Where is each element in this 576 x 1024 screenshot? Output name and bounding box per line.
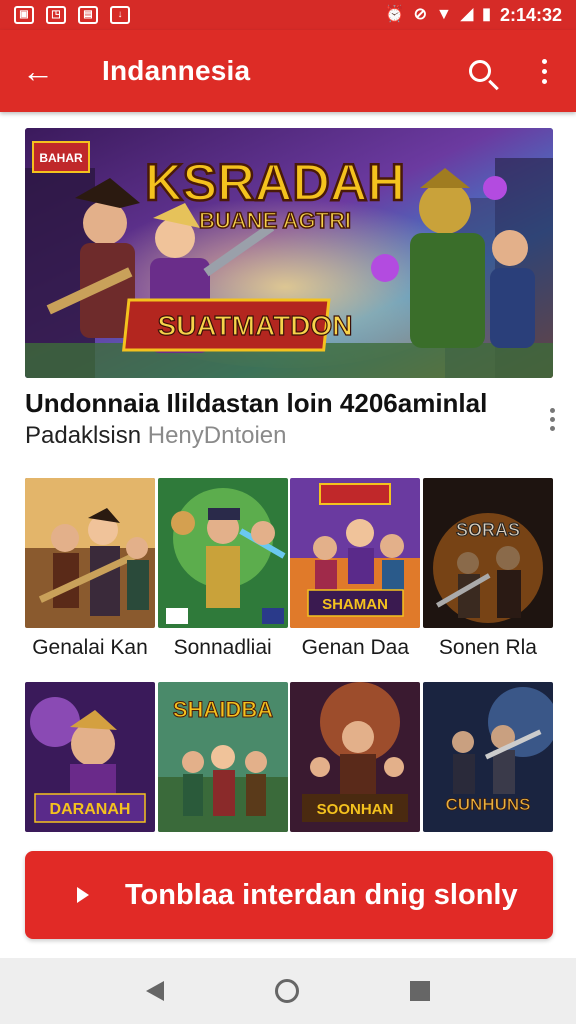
status-time: 2:14:32: [499, 4, 562, 25]
alarm-icon: ⏰: [384, 6, 405, 23]
grid-item[interactable]: Sonnadliai: [157, 478, 288, 668]
grid-item[interactable]: SHAMAN Genan Daa: [290, 478, 421, 668]
game-thumbnail[interactable]: SHAMAN: [290, 478, 421, 628]
signal-icon: ◢: [460, 6, 474, 23]
thumbnail-art-text: DARANAH: [50, 801, 131, 818]
grid-row-1: Genalai Kan Sonnadliai SHAMAN Genan Daa …: [25, 478, 553, 668]
hero-artwork: BAHAR KSRADAH BUANE AGTRI SUATMATDON: [25, 128, 553, 378]
grid-caption: Genalai Kan: [32, 636, 148, 659]
nav-back-icon[interactable]: [145, 981, 164, 1001]
play-icon: [77, 887, 89, 903]
more-options-button[interactable]: [512, 30, 576, 112]
hero-subtitle: BUANE AGTRI: [199, 208, 351, 233]
grid-caption: Genan Daa: [301, 636, 410, 659]
headline-subtitle: Padaklsisn HenyDntoien: [25, 422, 553, 450]
game-thumbnail[interactable]: [157, 478, 288, 628]
status-bar: ▣ ◳ ▤ ↓ ⏰ ⊘ ▼ ◢ ▮ 2:14:32: [0, 0, 576, 30]
hero-title: KSRADAH: [145, 154, 405, 212]
image-icon: ▣: [14, 6, 34, 24]
game-thumbnail[interactable]: SOONHAN: [290, 682, 421, 832]
cta-button[interactable]: Tonblaa interdan dnig slonly: [25, 851, 553, 939]
headline-title: Undonnaia Ilildastan loin 4206aminlal: [25, 388, 488, 418]
more-vertical-icon: [541, 58, 547, 84]
grid-row-2: DARANAH SHAIDBA SOONHAN CUNHUNS: [25, 682, 553, 832]
game-thumbnail[interactable]: DARANAH: [25, 682, 155, 832]
system-nav-bar: [0, 958, 576, 1024]
hero-banner-text: SUATMATDON: [158, 310, 353, 341]
game-thumbnail[interactable]: CUNHUNS: [422, 682, 553, 832]
hero-badge: BAHAR: [39, 151, 83, 165]
dnd-icon: ⊘: [413, 6, 427, 23]
grid-caption: Sonen Rla: [438, 636, 537, 659]
nav-recent-icon[interactable]: [410, 981, 431, 1001]
download-icon: ↓: [110, 6, 130, 24]
headline-more-icon[interactable]: [550, 408, 555, 431]
grid-item[interactable]: SORAS Sonen Rla: [422, 478, 553, 668]
headline-block[interactable]: Undonnaia Ilildastan loin 4206aminlal Pa…: [25, 388, 555, 460]
wifi-icon: ▼: [435, 6, 452, 23]
thumbnail-art-text: SHAMAN: [322, 596, 388, 613]
search-icon: [469, 60, 491, 82]
thumbnail-art-text: SHAIDBA: [173, 697, 273, 722]
thumbnail-art-text: CUNHUNS: [445, 795, 530, 814]
thumbnail-art-text: SORAS: [456, 520, 520, 540]
game-grid: Genalai Kan Sonnadliai SHAMAN Genan Daa …: [25, 478, 553, 832]
search-button[interactable]: [448, 30, 512, 112]
hero-banner[interactable]: BAHAR KSRADAH BUANE AGTRI SUATMATDON: [25, 128, 553, 378]
thumbnail-art-text: SOONHAN: [317, 801, 394, 818]
game-thumbnail[interactable]: [25, 478, 155, 628]
subtitle-main: Padaklsisn: [25, 422, 142, 449]
subtitle-muted: HenyDntoien: [147, 422, 287, 449]
game-thumbnail[interactable]: SORAS: [422, 478, 553, 628]
battery-icon: ▮: [482, 6, 491, 23]
grid-item[interactable]: DARANAH: [25, 682, 155, 832]
app-bar: ← Indannesia: [0, 30, 576, 112]
grid-item[interactable]: SOONHAN: [290, 682, 421, 832]
screenshot-icon: ◳: [46, 6, 66, 24]
back-arrow-icon[interactable]: ←: [0, 30, 76, 112]
cta-label: Tonblaa interdan dnig slonly: [125, 878, 518, 911]
grid-item[interactable]: SHAIDBA: [157, 682, 288, 832]
nav-home-icon[interactable]: [274, 979, 299, 1003]
grid-item[interactable]: Genalai Kan: [25, 478, 155, 668]
grid-caption: Sonnadliai: [173, 636, 272, 659]
grid-item[interactable]: CUNHUNS: [422, 682, 553, 832]
news-icon: ▤: [78, 6, 98, 24]
page-title: Indannesia: [102, 55, 251, 86]
game-thumbnail[interactable]: SHAIDBA: [157, 682, 288, 832]
